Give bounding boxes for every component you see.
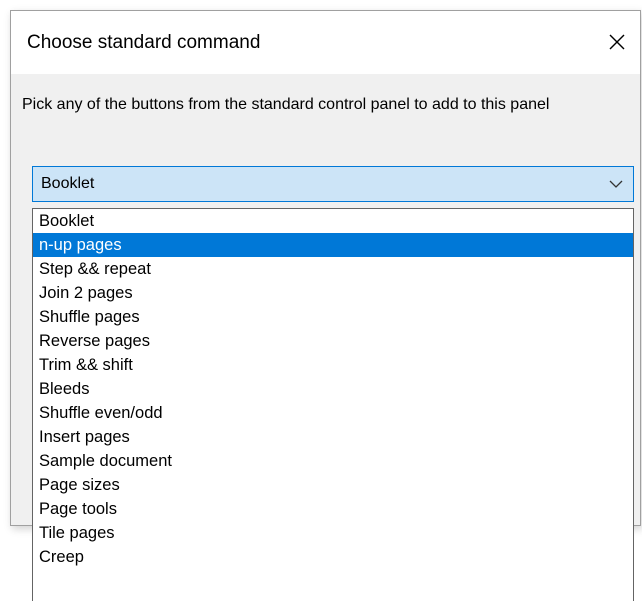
- command-listbox[interactable]: Booklet n-up pages Step && repeat Join 2 pa…: [32, 208, 634, 601]
- list-item[interactable]: Shuffle pages: [33, 305, 633, 329]
- list-item[interactable]: Trim && shift: [33, 353, 633, 377]
- list-item[interactable]: Join 2 pages: [33, 281, 633, 305]
- list-item[interactable]: Bleeds: [33, 377, 633, 401]
- list-item[interactable]: Shuffle even/odd: [33, 401, 633, 425]
- dropdown-value: Booklet: [41, 175, 95, 192]
- list-item[interactable]: Step && repeat: [33, 257, 633, 281]
- list-item[interactable]: Insert pages: [33, 425, 633, 449]
- list-item[interactable]: Reverse pages: [33, 329, 633, 353]
- list-item[interactable]: Page sizes: [33, 473, 633, 497]
- chevron-down-icon: [609, 180, 623, 188]
- command-dropdown[interactable]: Booklet: [32, 166, 634, 202]
- list-item[interactable]: Tile pages: [33, 521, 633, 545]
- close-icon: [609, 34, 625, 50]
- list-item[interactable]: Sample document: [33, 449, 633, 473]
- list-item[interactable]: n-up pages: [33, 233, 633, 257]
- list-item[interactable]: Booklet: [33, 209, 633, 233]
- close-button[interactable]: [600, 25, 634, 59]
- instruction-text: Pick any of the buttons from the standar…: [22, 96, 550, 113]
- dialog-title: Choose standard command: [27, 32, 261, 53]
- title-bar: Choose standard command: [11, 11, 640, 74]
- list-item[interactable]: Page tools: [33, 497, 633, 521]
- list-item[interactable]: Creep: [33, 545, 633, 569]
